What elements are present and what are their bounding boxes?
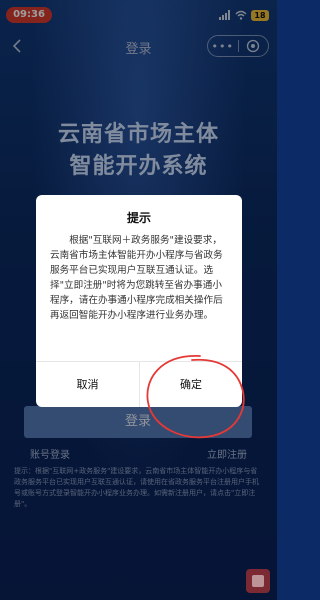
dialog-message: 根据"互联网＋政务服务"建设要求，云南省市场主体智能开办小程序与省政务服务平台已… — [50, 235, 223, 321]
dialog-title: 提示 — [126, 211, 151, 225]
watermark-logo — [246, 569, 270, 593]
annotation-circle — [146, 355, 245, 439]
cancel-button[interactable]: 取消 — [36, 362, 139, 407]
